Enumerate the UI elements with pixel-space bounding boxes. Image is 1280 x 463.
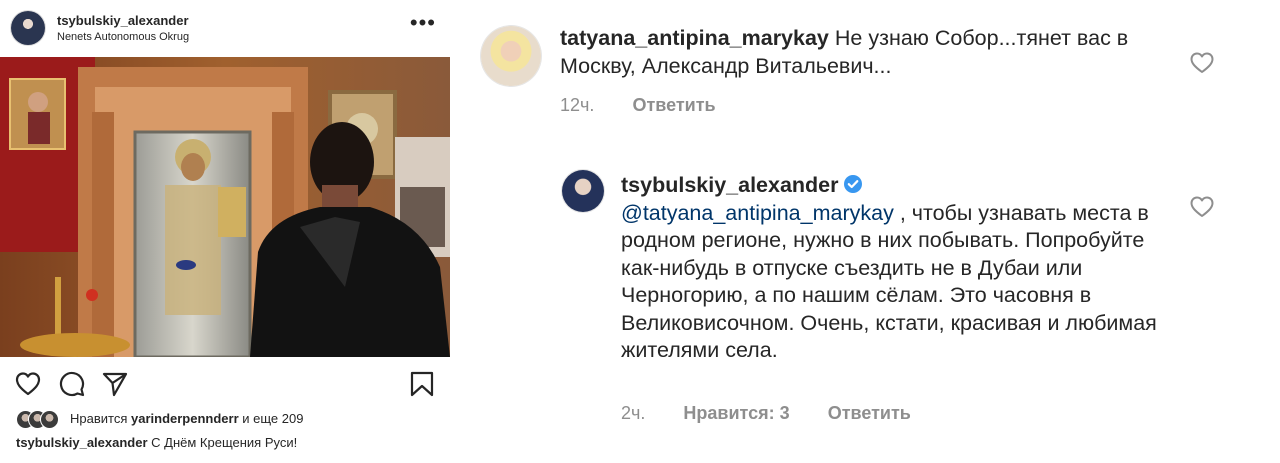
comment-username[interactable]: tatyana_antipina_marykay (560, 26, 829, 50)
comment-body: tatyana_antipina_marykay Не узнаю Собор.… (560, 25, 1160, 80)
comment-like-heart-icon[interactable] (1189, 194, 1215, 220)
comment-likes-count[interactable]: Нравится: 3 (683, 403, 789, 423)
reply-button[interactable]: Ответить (632, 95, 715, 115)
verified-badge-icon (843, 174, 863, 194)
comment-username[interactable]: tsybulskiy_alexander (621, 173, 839, 197)
reply-button[interactable]: Ответить (828, 403, 911, 423)
mention-link[interactable]: @tatyana_antipina_marykay (621, 201, 894, 225)
comment: tatyana_antipina_marykay Не узнаю Собор.… (0, 0, 1280, 130)
comment-meta: 2ч. Нравится: 3 Ответить (621, 403, 911, 424)
commenter-avatar[interactable] (562, 170, 604, 212)
commenter-avatar[interactable] (481, 26, 541, 86)
comment-body: tsybulskiy_alexander @tatyana_antipina_m… (621, 172, 1161, 365)
comment-reply: tsybulskiy_alexander @tatyana_antipina_m… (0, 150, 1280, 450)
comment-like-heart-icon[interactable] (1189, 50, 1215, 76)
comment-time[interactable]: 2ч. (621, 403, 645, 423)
comment-meta: 12ч. Ответить (560, 95, 716, 116)
comment-time[interactable]: 12ч. (560, 95, 594, 115)
